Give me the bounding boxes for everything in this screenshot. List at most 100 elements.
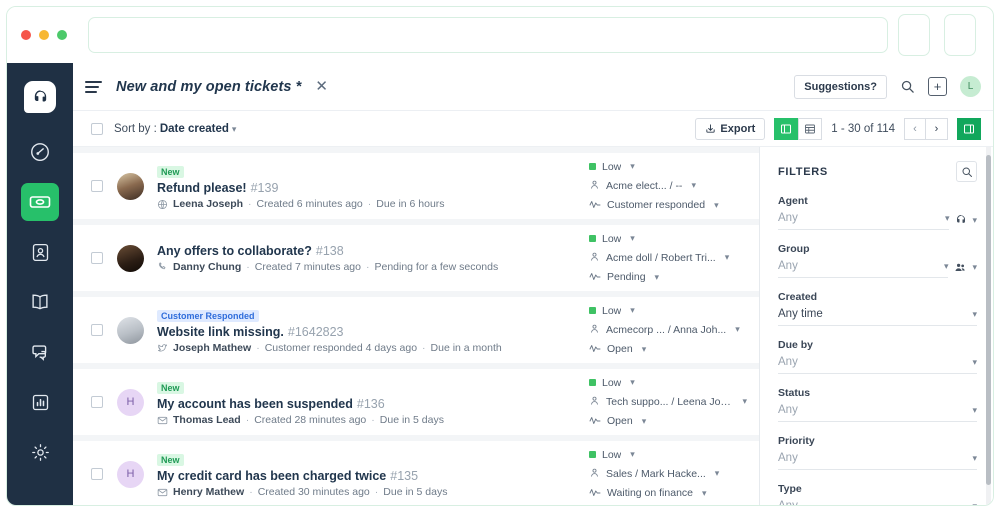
filter-label: Due by — [778, 339, 814, 351]
close-view-icon[interactable]: ✕ — [315, 79, 328, 94]
status-field[interactable]: Open ▾ — [589, 343, 747, 356]
next-page-button[interactable]: › — [926, 117, 948, 140]
prev-page-button[interactable]: ‹ — [904, 117, 926, 140]
page-title: New and my open tickets * — [116, 78, 302, 95]
priority-field[interactable]: Low ▾ — [589, 233, 747, 245]
status-field[interactable]: Waiting on finance ▾ — [589, 487, 747, 500]
group-value: Acmecorp ... / Anna Joh... — [606, 323, 727, 336]
chrome-extra-button-2[interactable] — [944, 14, 976, 56]
search-icon[interactable] — [900, 79, 915, 94]
sidebar-item-admin[interactable] — [21, 433, 59, 471]
table-row[interactable]: New Refund please! #139 Leena Joseph · C… — [73, 153, 759, 219]
group-agent-field[interactable]: Acme doll / Robert Tri... ▾ — [589, 251, 747, 265]
scrollbar-thumb[interactable] — [986, 155, 991, 485]
minimize-window-button[interactable] — [39, 30, 49, 40]
filter-value: Any — [778, 260, 798, 272]
priority-field[interactable]: Low ▾ — [589, 449, 747, 461]
filter-agent-me-button[interactable]: ▾ — [955, 214, 977, 230]
maximize-window-button[interactable] — [57, 30, 67, 40]
meta-separator: · — [371, 414, 375, 426]
select-all-checkbox[interactable] — [91, 122, 103, 135]
suggestions-button[interactable]: Suggestions? — [794, 74, 887, 99]
status-field[interactable]: Open ▾ — [589, 415, 747, 428]
ticket-subject[interactable]: Website link missing. #1642823 — [157, 325, 589, 339]
priority-field[interactable]: Low ▾ — [589, 377, 747, 389]
filter-group-select[interactable]: Any ▾ — [778, 260, 949, 278]
side-panel-toggle-button[interactable] — [957, 117, 981, 140]
priority-value: Low — [602, 160, 622, 173]
group-agent-field[interactable]: Sales / Mark Hacke... ▾ — [589, 467, 747, 481]
status-field[interactable]: Customer responded ▾ — [589, 199, 747, 212]
chevron-down-icon: ▾ — [691, 180, 696, 190]
filter-group: Group Any ▾ ▾ — [778, 243, 977, 278]
group-agent-field[interactable]: Acme elect... / -- ▾ — [589, 179, 747, 193]
ticket-properties: Low ▾ Acme elect... / -- ▾ Customer resp… — [589, 161, 759, 212]
person-icon — [589, 179, 600, 193]
ticket-subject[interactable]: My account has been suspended #136 — [157, 397, 589, 411]
row-checkbox[interactable] — [91, 252, 103, 264]
filter-group-my-button[interactable]: ▾ — [954, 261, 977, 278]
sidebar-item-dashboard[interactable] — [21, 133, 59, 171]
row-checkbox[interactable] — [91, 396, 103, 408]
meta-separator: · — [365, 260, 370, 273]
ticket-subject[interactable]: My credit card has been charged twice #13… — [157, 469, 589, 483]
ticket-properties: Low ▾ Acmecorp ... / Anna Joh... ▾ Open … — [589, 305, 759, 356]
sidebar-item-solutions[interactable] — [21, 283, 59, 321]
sort-by-control[interactable]: Sort by : Date created ▾ — [114, 123, 236, 135]
ticket-summary: Any offers to collaborate? #138 Danny Chu… — [157, 244, 589, 273]
avatar — [117, 172, 144, 200]
chevron-down-icon: ▾ — [742, 396, 747, 406]
chrome-extra-button-1[interactable] — [898, 14, 930, 56]
row-checkbox[interactable] — [91, 324, 103, 336]
ticket-subject-text: Refund please! — [157, 181, 247, 195]
filter-priority-select[interactable]: Any ▾ — [778, 452, 977, 470]
row-checkbox[interactable] — [91, 180, 103, 192]
user-avatar[interactable]: L — [960, 76, 981, 97]
chevron-down-icon: ▾ — [630, 305, 635, 315]
filter-type: Type Any ▾ — [778, 483, 977, 505]
group-agent-field[interactable]: Acmecorp ... / Anna Joh... ▾ — [589, 323, 747, 337]
phone-icon — [157, 261, 168, 272]
chevron-down-icon: ▾ — [630, 161, 635, 171]
ticket-subject[interactable]: Refund please! #139 — [157, 181, 589, 195]
group-agent-field[interactable]: Tech suppo... / Leena Jose... ▾ — [589, 395, 747, 409]
twitter-icon — [157, 343, 168, 354]
sidebar-item-tickets[interactable] — [21, 183, 59, 221]
close-window-button[interactable] — [21, 30, 31, 40]
menu-icon[interactable] — [85, 80, 102, 93]
filter-type-select[interactable]: Any ▾ — [778, 500, 977, 505]
row-checkbox[interactable] — [91, 468, 103, 480]
priority-swatch-icon — [589, 451, 596, 458]
ticket-meta: Danny Chung · Created 7 minutes ago · Pe… — [157, 261, 589, 273]
sidebar-item-reports[interactable] — [21, 383, 59, 421]
app-logo[interactable] — [24, 81, 56, 113]
address-bar[interactable] — [88, 17, 888, 53]
chevron-down-icon: ▾ — [630, 233, 635, 243]
filters-search-icon[interactable] — [956, 161, 977, 182]
table-view-icon[interactable] — [798, 117, 823, 140]
priority-field[interactable]: Low ▾ — [589, 161, 747, 173]
filter-agent-select[interactable]: Any ▾ — [778, 212, 950, 230]
add-new-icon[interactable]: + — [928, 77, 947, 96]
meta-separator: · — [246, 260, 250, 273]
sidebar-item-social[interactable] — [21, 333, 59, 371]
filter-created-select[interactable]: Any time ▾ — [778, 308, 977, 326]
status-badge: New — [157, 382, 184, 394]
export-button[interactable]: Export — [695, 117, 766, 140]
table-row[interactable]: Customer Responded Website link missing.… — [73, 297, 759, 363]
filter-status-select[interactable]: Any ▾ — [778, 404, 977, 422]
priority-field[interactable]: Low ▾ — [589, 305, 747, 317]
filter-value: Any time — [778, 308, 823, 320]
sidebar-item-contacts[interactable] — [21, 233, 59, 271]
browser-chrome-bar — [7, 7, 993, 63]
status-field[interactable]: Pending ▾ — [589, 271, 747, 284]
status-badge: New — [157, 166, 184, 178]
card-view-icon[interactable] — [774, 117, 799, 140]
ticket-subject[interactable]: Any offers to collaborate? #138 — [157, 244, 589, 258]
filter-due-by-select[interactable]: Any ▾ — [778, 356, 977, 374]
table-row[interactable]: Any offers to collaborate? #138 Danny Chu… — [73, 225, 759, 291]
filter-label: Type — [778, 483, 802, 495]
table-row[interactable]: H New My account has been suspended #136 … — [73, 369, 759, 435]
list-toolbar: Sort by : Date created ▾ Export 1 - 30 o… — [73, 111, 993, 147]
table-row[interactable]: H New My credit card has been charged tw… — [73, 441, 759, 505]
